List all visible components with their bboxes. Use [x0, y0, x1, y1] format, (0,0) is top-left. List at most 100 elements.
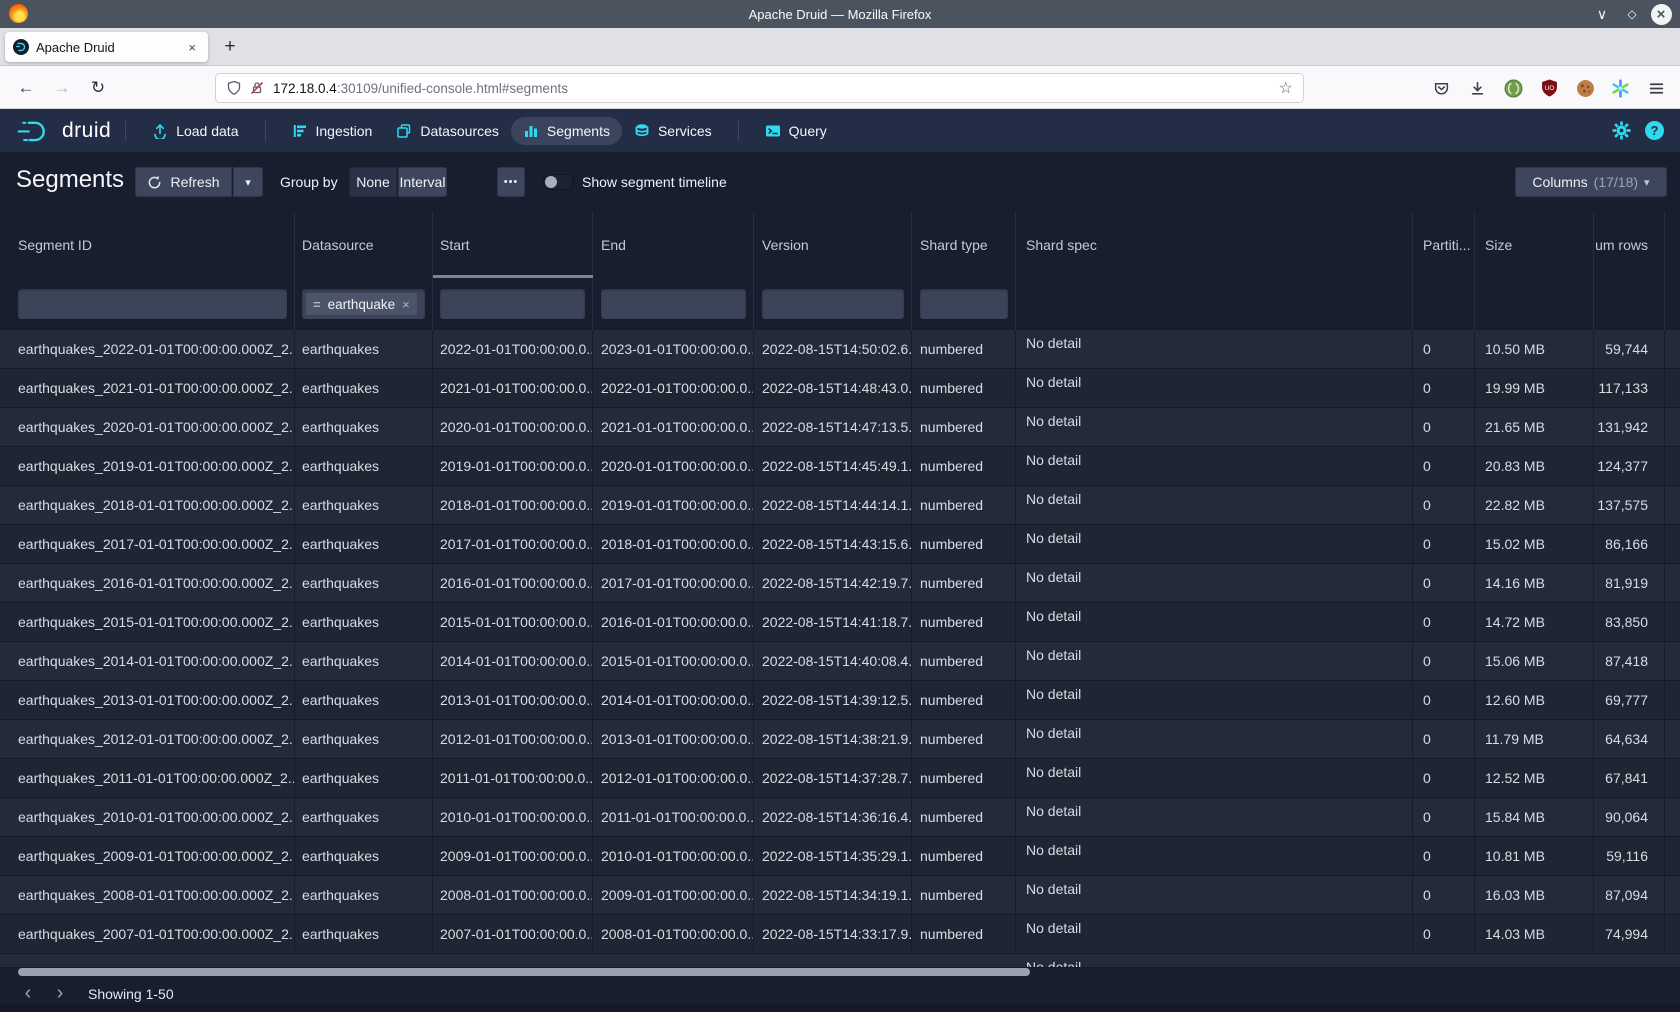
- cell-shard-type: numbered: [912, 369, 1016, 407]
- cell-partitions: 0: [1413, 720, 1475, 758]
- column-header-shard-spec[interactable]: Shard spec: [1016, 212, 1413, 278]
- pocket-icon[interactable]: [1428, 75, 1454, 101]
- back-button[interactable]: ←: [12, 66, 40, 109]
- segment-timeline-toggle[interactable]: [543, 174, 574, 190]
- nav-segments[interactable]: Segments: [511, 117, 622, 145]
- bookmark-star-icon[interactable]: ☆: [1279, 78, 1293, 98]
- cell-spacer: [1665, 408, 1680, 446]
- nav-query[interactable]: Query: [753, 117, 839, 145]
- filter-input-datasource[interactable]: = earthquake ×: [302, 289, 425, 319]
- cell-datasource: earthquakes: [295, 720, 433, 758]
- table-row-partial: No detail: [0, 954, 1680, 968]
- cell-start: 2011-01-01T00:00:00.0...: [433, 759, 593, 797]
- group-by-interval-button[interactable]: Interval: [398, 167, 447, 197]
- table-row[interactable]: earthquakes_2020-01-01T00:00:00.000Z_2..…: [0, 408, 1680, 447]
- nav-services[interactable]: Services: [622, 117, 724, 145]
- shield-icon[interactable]: [226, 80, 242, 96]
- column-header-version[interactable]: Version: [754, 212, 912, 278]
- gear-icon[interactable]: [1612, 121, 1631, 140]
- extension-cookie-icon[interactable]: [1572, 75, 1598, 101]
- tab-close-button[interactable]: ×: [184, 38, 200, 57]
- page-title: Segments: [16, 166, 124, 194]
- extension-ublock-icon[interactable]: UO: [1536, 75, 1562, 101]
- druid-favicon-icon: [13, 39, 29, 55]
- filter-input-segment-id[interactable]: [18, 289, 287, 319]
- cell-shard-spec: No detail: [1016, 447, 1413, 485]
- refresh-dropdown-button[interactable]: ▾: [233, 167, 263, 197]
- refresh-button[interactable]: Refresh: [135, 167, 232, 197]
- column-header-num-rows[interactable]: Num rows: [1594, 212, 1665, 278]
- horizontal-scrollbar[interactable]: [18, 968, 1030, 976]
- extension-asterisk-icon[interactable]: [1607, 75, 1633, 101]
- cell-size: 15.06 MB: [1475, 642, 1594, 680]
- lock-insecure-icon[interactable]: [249, 80, 265, 96]
- new-tab-button[interactable]: +: [218, 36, 242, 60]
- nav-ingestion[interactable]: Ingestion: [280, 117, 385, 145]
- table-row[interactable]: earthquakes_2022-01-01T00:00:00.000Z_2..…: [0, 330, 1680, 369]
- cell-end: 2011-01-01T00:00:00.0...: [593, 798, 754, 836]
- table-row[interactable]: earthquakes_2012-01-01T00:00:00.000Z_2..…: [0, 720, 1680, 759]
- hamburger-menu-icon[interactable]: [1643, 75, 1669, 101]
- url-host: 172.18.0.4: [273, 81, 337, 96]
- table-row[interactable]: earthquakes_2013-01-01T00:00:00.000Z_2..…: [0, 681, 1680, 720]
- table-row[interactable]: earthquakes_2018-01-01T00:00:00.000Z_2..…: [0, 486, 1680, 525]
- column-header-segment-id[interactable]: Segment ID: [0, 212, 295, 278]
- column-header-size[interactable]: Size: [1475, 212, 1594, 278]
- download-icon[interactable]: [1464, 75, 1490, 101]
- window-close-button[interactable]: ×: [1649, 2, 1673, 26]
- table-row[interactable]: earthquakes_2014-01-01T00:00:00.000Z_2..…: [0, 642, 1680, 681]
- table-row[interactable]: earthquakes_2021-01-01T00:00:00.000Z_2..…: [0, 369, 1680, 408]
- chevron-down-icon: ▾: [1644, 176, 1650, 189]
- filter-input-end[interactable]: [601, 289, 746, 319]
- close-icon: ×: [1651, 4, 1672, 25]
- druid-logo[interactable]: druid: [16, 116, 111, 146]
- table-row[interactable]: earthquakes_2016-01-01T00:00:00.000Z_2..…: [0, 564, 1680, 603]
- extension-privacy-icon[interactable]: [1500, 75, 1526, 101]
- cell-end: 2021-01-01T00:00:00.0...: [593, 408, 754, 446]
- column-header-end[interactable]: End: [593, 212, 754, 278]
- cell-segment-id: earthquakes_2020-01-01T00:00:00.000Z_2..…: [0, 408, 295, 446]
- columns-button[interactable]: Columns (17/18) ▾: [1515, 167, 1667, 197]
- help-button[interactable]: ?: [1645, 121, 1664, 140]
- filter-input-version[interactable]: [762, 289, 904, 319]
- filter-input-shard-type[interactable]: [920, 289, 1008, 319]
- reload-button[interactable]: ↻: [84, 66, 112, 109]
- column-header-partitions[interactable]: Partiti...: [1413, 212, 1475, 278]
- table-row[interactable]: earthquakes_2019-01-01T00:00:00.000Z_2..…: [0, 447, 1680, 486]
- group-by-none-button[interactable]: None: [349, 167, 397, 197]
- showing-range-label: Showing 1-50: [88, 986, 174, 1002]
- druid-brand-text: druid: [62, 119, 111, 143]
- nav-load-data[interactable]: Load data: [140, 117, 250, 145]
- filter-tag-remove-icon[interactable]: ×: [402, 297, 410, 312]
- cell-datasource: earthquakes: [295, 447, 433, 485]
- cell-end: 2022-01-01T00:00:00.0...: [593, 369, 754, 407]
- filter-tag[interactable]: = earthquake ×: [306, 293, 417, 315]
- window-maximize-button[interactable]: ◇: [1620, 2, 1644, 26]
- table-row[interactable]: earthquakes_2011-01-01T00:00:00.000Z_2..…: [0, 759, 1680, 798]
- nav-datasources[interactable]: Datasources: [384, 117, 511, 145]
- table-row[interactable]: earthquakes_2015-01-01T00:00:00.000Z_2..…: [0, 603, 1680, 642]
- window-title: Apache Druid — Mozilla Firefox: [0, 7, 1680, 22]
- table-row[interactable]: earthquakes_2009-01-01T00:00:00.000Z_2..…: [0, 837, 1680, 876]
- cell-end: 2020-01-01T00:00:00.0...: [593, 447, 754, 485]
- cell-start: 2022-01-01T00:00:00.0...: [433, 330, 593, 368]
- more-options-button[interactable]: •••: [497, 167, 525, 197]
- forward-button[interactable]: →: [48, 66, 76, 109]
- window-minimize-button[interactable]: ∨: [1590, 2, 1614, 26]
- cell-spacer: [1665, 525, 1680, 563]
- column-header-datasource[interactable]: Datasource: [295, 212, 433, 278]
- column-header-shard-type[interactable]: Shard type: [912, 212, 1016, 278]
- next-page-button[interactable]: ›: [46, 980, 74, 1006]
- cell-start: 2007-01-01T00:00:00.0...: [433, 915, 593, 953]
- browser-tab[interactable]: Apache Druid ×: [5, 32, 208, 62]
- url-bar[interactable]: 172.18.0.4:30109/unified-console.html#se…: [215, 73, 1304, 103]
- filter-input-start[interactable]: [440, 289, 585, 319]
- table-row[interactable]: earthquakes_2007-01-01T00:00:00.000Z_2..…: [0, 915, 1680, 954]
- url-text[interactable]: 172.18.0.4:30109/unified-console.html#se…: [273, 81, 1279, 96]
- table-row[interactable]: earthquakes_2017-01-01T00:00:00.000Z_2..…: [0, 525, 1680, 564]
- previous-page-button[interactable]: ‹: [14, 980, 42, 1006]
- table-row[interactable]: earthquakes_2010-01-01T00:00:00.000Z_2..…: [0, 798, 1680, 837]
- cell-size: 19.99 MB: [1475, 369, 1594, 407]
- table-row[interactable]: earthquakes_2008-01-01T00:00:00.000Z_2..…: [0, 876, 1680, 915]
- column-header-start[interactable]: Start: [433, 212, 593, 278]
